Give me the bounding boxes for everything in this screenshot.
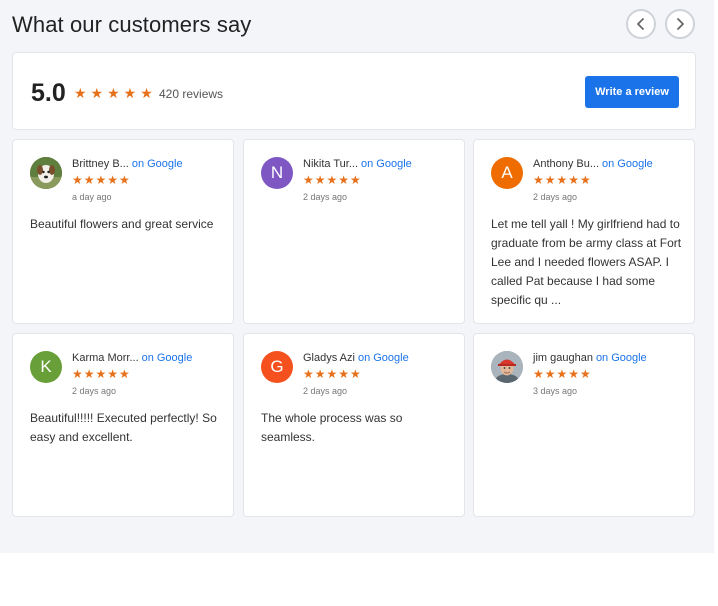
- avatar: G: [261, 351, 293, 383]
- review-count: 420 reviews: [159, 87, 224, 101]
- review-card: Brittney B... on Google ★★★★★ a day ago Be…: [12, 139, 234, 324]
- google-link[interactable]: Google: [376, 158, 411, 170]
- star-rating: ★★★★★: [533, 367, 592, 381]
- person-photo-icon: [491, 351, 523, 383]
- author-line: Nikita Tur... on Google: [303, 158, 412, 170]
- review-card: A Anthony Bu... on Google ★★★★★ 2 days ago…: [473, 139, 695, 324]
- author-line: jim gaughan on Google: [533, 352, 647, 364]
- review-card: K Karma Morr... on Google ★★★★★ 2 days ago…: [12, 333, 234, 517]
- reviews-widget: What our customers say 5.0 ★★★★★ 420 rev…: [0, 0, 714, 553]
- widget-title: What our customers say: [12, 12, 252, 37]
- avatar: K: [30, 351, 62, 383]
- on-label: on: [595, 352, 609, 364]
- review-date: 2 days ago: [303, 192, 348, 202]
- review-card: G Gladys Azi on Google ★★★★★ 2 days ago Th…: [243, 333, 465, 517]
- on-label: on: [131, 158, 145, 170]
- on-label: on: [357, 352, 371, 364]
- next-button[interactable]: [665, 9, 695, 39]
- dog-photo-icon: [30, 157, 62, 189]
- author-name: Brittney B...: [72, 158, 129, 170]
- star-rating: ★★★★★: [533, 173, 592, 187]
- review-text: The whole process was so seamless.: [261, 411, 403, 444]
- star-rating: ★★★★★: [303, 173, 362, 187]
- on-label: on: [602, 158, 615, 170]
- rating-summary: 5.0 ★★★★★ 420 reviews Write a review: [12, 52, 696, 130]
- author-name: Gladys Azi: [303, 352, 355, 364]
- avatar: [30, 157, 62, 189]
- on-label: on: [361, 158, 374, 170]
- review-text: Beautiful flowers and great service: [30, 217, 214, 231]
- author-name: Karma Morr...: [72, 352, 139, 364]
- write-review-button[interactable]: Write a review: [585, 76, 679, 108]
- chevron-left-icon: [637, 18, 644, 30]
- google-link[interactable]: Google: [373, 352, 408, 364]
- author-name: Nikita Tur...: [303, 158, 359, 170]
- avatar: N: [261, 157, 293, 189]
- average-score: 5.0: [31, 79, 66, 107]
- review-text: Beautiful!!!!! Executed perfectly! So ea…: [30, 411, 217, 444]
- author-line: Karma Morr... on Google: [72, 352, 192, 364]
- author-name: jim gaughan: [533, 352, 593, 364]
- review-date: 2 days ago: [303, 386, 348, 396]
- review-date: 2 days ago: [533, 192, 578, 202]
- google-link[interactable]: Google: [147, 158, 182, 170]
- review-date: 3 days ago: [533, 386, 578, 396]
- star-rating: ★★★★★: [303, 367, 362, 381]
- summary-stars: ★★★★★: [74, 85, 157, 101]
- review-date: 2 days ago: [72, 386, 117, 396]
- avatar: A: [491, 157, 523, 189]
- star-rating: ★★★★★: [72, 367, 131, 381]
- author-line: Gladys Azi on Google: [303, 352, 409, 364]
- author-line: Brittney B... on Google: [72, 158, 183, 170]
- review-card: N Nikita Tur... on Google ★★★★★ 2 days ago: [243, 139, 465, 324]
- review-date: a day ago: [72, 192, 112, 202]
- review-text: Let me tell yall ! My girlfriend had to …: [491, 217, 682, 307]
- author-name: Anthony Bu...: [533, 158, 600, 170]
- google-link[interactable]: Google: [617, 158, 652, 170]
- avatar: [491, 351, 523, 383]
- previous-button[interactable]: [626, 9, 656, 39]
- google-link[interactable]: Google: [157, 352, 192, 364]
- chevron-right-icon: [677, 18, 684, 30]
- star-rating: ★★★★★: [72, 173, 131, 187]
- review-card: jim gaughan on Google ★★★★★ 3 days ago: [473, 333, 695, 517]
- on-label: on: [141, 352, 154, 364]
- author-line: Anthony Bu... on Google: [533, 158, 653, 170]
- google-link[interactable]: Google: [611, 352, 646, 364]
